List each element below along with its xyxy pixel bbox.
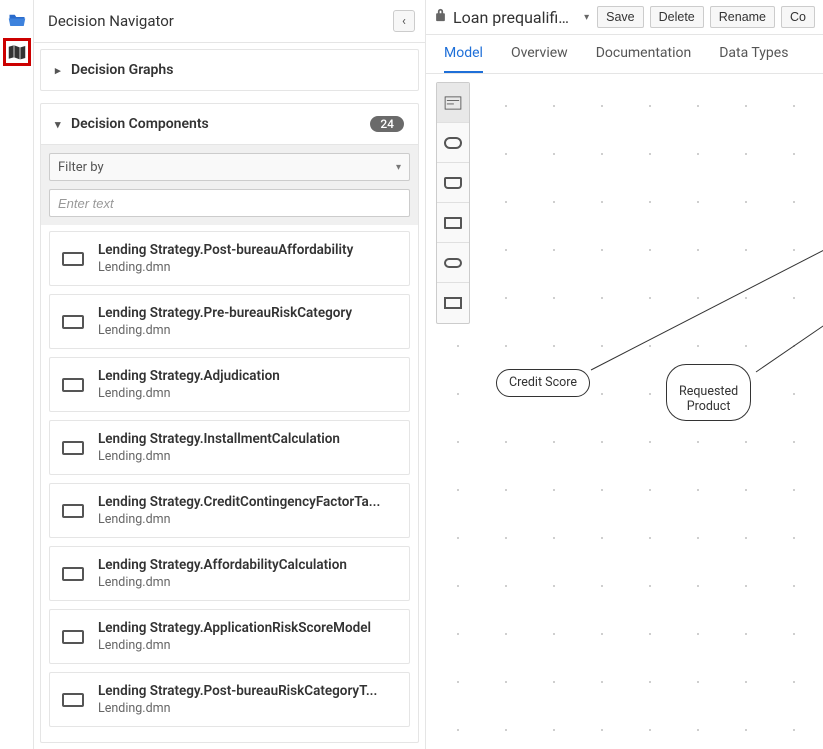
copy-button[interactable]: Co: [781, 6, 815, 28]
component-source: Lending.dmn: [98, 701, 397, 716]
component-item[interactable]: Lending Strategy.AffordabilityCalculatio…: [49, 546, 410, 601]
delete-button[interactable]: Delete: [650, 6, 704, 28]
tab-data-types[interactable]: Data Types: [719, 45, 788, 73]
palette-tag[interactable]: [437, 163, 469, 203]
dot-grid: [426, 74, 823, 749]
component-title: Lending Strategy.CreditContingencyFactor…: [98, 494, 397, 510]
palette-rounded[interactable]: [437, 123, 469, 163]
file-title: Loan prequalificatio...: [453, 8, 576, 27]
palette-input[interactable]: [437, 243, 469, 283]
decision-node-icon: [62, 630, 84, 644]
file-dropdown-caret[interactable]: ▾: [582, 12, 591, 23]
shape-palette: [436, 82, 470, 324]
component-title: Lending Strategy.ApplicationRiskScoreMod…: [98, 620, 397, 636]
diagram-canvas[interactable]: Credit Score Requested Product: [426, 74, 823, 749]
palette-dmn-diagram[interactable]: [437, 83, 469, 123]
component-title: Lending Strategy.Post-bureauRiskCategory…: [98, 683, 397, 699]
component-title: Lending Strategy.Adjudication: [98, 368, 397, 384]
rounded-rect-icon: [444, 137, 462, 149]
decision-graphs-label: Decision Graphs: [71, 62, 173, 78]
component-item[interactable]: Lending Strategy.CreditContingencyFactor…: [49, 483, 410, 538]
navigator-title: Decision Navigator: [48, 12, 174, 30]
component-source: Lending.dmn: [98, 638, 397, 653]
component-source: Lending.dmn: [98, 260, 397, 275]
node-label: Credit Score: [509, 375, 577, 390]
folder-icon: [8, 12, 26, 28]
filter-by-select[interactable]: Filter by ▾: [49, 153, 410, 181]
chevron-left-icon: ‹: [402, 14, 406, 29]
component-item[interactable]: Lending Strategy.Post-bureauRiskCategory…: [49, 672, 410, 727]
tag-shape-icon: [444, 177, 462, 189]
filter-by-label: Filter by: [58, 160, 104, 175]
component-item[interactable]: Lending Strategy.Pre-bureauRiskCategory …: [49, 294, 410, 349]
project-explorer-button[interactable]: [3, 6, 31, 34]
decision-navigator-button[interactable]: [3, 38, 31, 66]
decision-navigator-panel: Decision Navigator ‹ ▸ Decision Graphs ▾…: [34, 0, 426, 749]
decision-node-icon: [62, 378, 84, 392]
diagram-icon: [444, 96, 462, 110]
caret-down-icon: ▾: [55, 118, 65, 131]
save-button[interactable]: Save: [597, 6, 644, 28]
lock-icon: [434, 8, 447, 26]
app-root: Decision Navigator ‹ ▸ Decision Graphs ▾…: [0, 0, 823, 749]
component-source: Lending.dmn: [98, 575, 397, 590]
editor-tabs: Model Overview Documentation Data Types: [426, 35, 823, 74]
component-title: Lending Strategy.AffordabilityCalculatio…: [98, 557, 397, 573]
decision-node-icon: [62, 441, 84, 455]
component-title: Lending Strategy.InstallmentCalculation: [98, 431, 397, 447]
component-source: Lending.dmn: [98, 323, 397, 338]
caret-right-icon: ▸: [55, 64, 65, 77]
component-title: Lending Strategy.Pre-bureauRiskCategory: [98, 305, 397, 321]
component-source: Lending.dmn: [98, 449, 397, 464]
component-item[interactable]: Lending Strategy.ApplicationRiskScoreMod…: [49, 609, 410, 664]
component-source: Lending.dmn: [98, 512, 397, 527]
decision-components-header[interactable]: ▾ Decision Components 24: [41, 104, 418, 144]
decision-graphs-section: ▸ Decision Graphs: [40, 49, 419, 91]
collapse-navigator-button[interactable]: ‹: [393, 10, 415, 32]
decision-node-icon: [62, 504, 84, 518]
components-count-badge: 24: [370, 116, 404, 132]
map-icon: [8, 44, 26, 60]
palette-decision[interactable]: [437, 283, 469, 323]
editor-toolbar: Loan prequalificatio... ▾ Save Delete Re…: [426, 0, 823, 35]
node-requested-product[interactable]: Requested Product: [666, 364, 751, 421]
decision-components-label: Decision Components: [71, 116, 209, 132]
node-label: Requested Product: [679, 384, 738, 413]
navigator-header: Decision Navigator ‹: [34, 0, 425, 43]
component-source: Lending.dmn: [98, 386, 397, 401]
editor-panel: Loan prequalificatio... ▾ Save Delete Re…: [426, 0, 823, 749]
component-item[interactable]: Lending Strategy.InstallmentCalculation …: [49, 420, 410, 475]
rename-button[interactable]: Rename: [710, 6, 775, 28]
component-title: Lending Strategy.Post-bureauAffordabilit…: [98, 242, 397, 258]
canvas-wrap: Credit Score Requested Product: [426, 74, 823, 749]
filter-text-input[interactable]: [49, 189, 410, 217]
icon-rail: [0, 0, 34, 749]
palette-note[interactable]: [437, 203, 469, 243]
decision-node-icon: [62, 567, 84, 581]
decision-graphs-header[interactable]: ▸ Decision Graphs: [41, 50, 418, 90]
decision-components-section: ▾ Decision Components 24 Filter by ▾ Len…: [40, 103, 419, 743]
component-item[interactable]: Lending Strategy.Post-bureauAffordabilit…: [49, 231, 410, 286]
decision-node-icon: [62, 315, 84, 329]
note-shape-icon: [444, 217, 462, 229]
decision-node-icon: [62, 693, 84, 707]
tab-model[interactable]: Model: [444, 45, 483, 73]
component-item[interactable]: Lending Strategy.Adjudication Lending.dm…: [49, 357, 410, 412]
chevron-down-icon: ▾: [396, 162, 401, 173]
filter-bar: Filter by ▾: [41, 144, 418, 225]
decision-shape-icon: [444, 297, 462, 309]
components-list: Lending Strategy.Post-bureauAffordabilit…: [41, 225, 418, 742]
input-shape-icon: [444, 258, 462, 268]
decision-node-icon: [62, 252, 84, 266]
node-credit-score[interactable]: Credit Score: [496, 369, 590, 397]
tab-overview[interactable]: Overview: [511, 45, 568, 73]
tab-documentation[interactable]: Documentation: [596, 45, 692, 73]
